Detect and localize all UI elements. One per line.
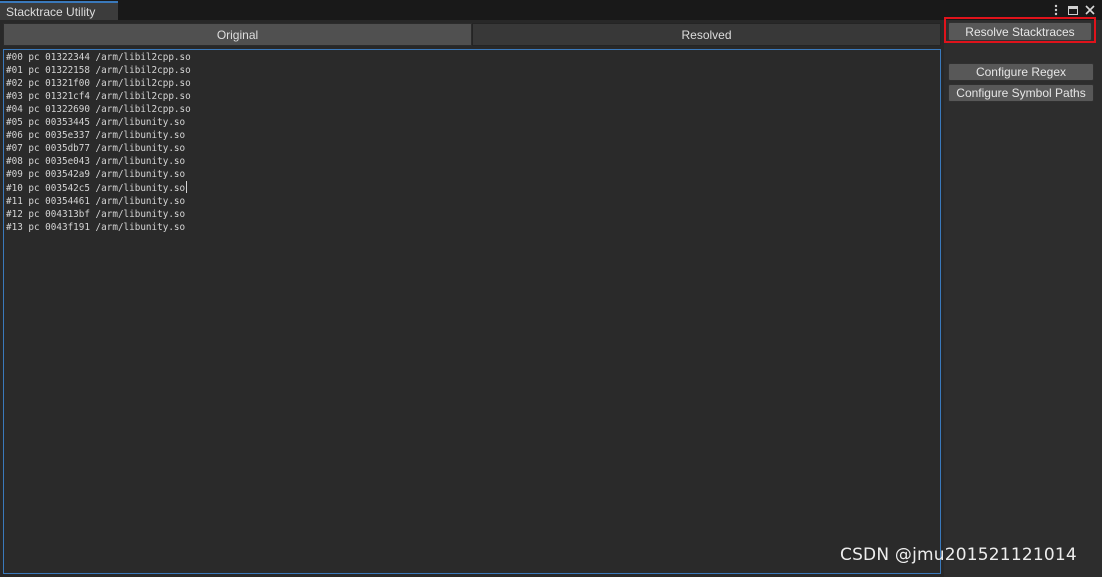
stacktrace-line: #12 pc 004313bf /arm/libunity.so: [6, 209, 186, 220]
configure-symbol-paths-label: Configure Symbol Paths: [956, 86, 1086, 100]
tab-original[interactable]: Original: [3, 23, 472, 46]
stacktrace-line: #01 pc 01322158 /arm/libil2cpp.so: [6, 65, 191, 76]
window-controls: [1050, 2, 1096, 18]
stacktrace-line: #06 pc 0035e337 /arm/libunity.so: [6, 130, 186, 141]
text-caret: [186, 181, 188, 193]
maximize-icon[interactable]: [1067, 3, 1079, 17]
stacktrace-line: #09 pc 003542a9 /arm/libunity.so: [6, 169, 186, 180]
stacktrace-line: #00 pc 01322344 /arm/libil2cpp.so: [6, 52, 191, 63]
tab-resolved[interactable]: Resolved: [472, 23, 941, 46]
stacktrace-line: #02 pc 01321f00 /arm/libil2cpp.so: [6, 78, 191, 89]
stacktrace-text-area[interactable]: #00 pc 01322344 /arm/libil2cpp.so #01 pc …: [3, 49, 941, 574]
view-toggle-toolbar: Original Resolved: [3, 23, 941, 46]
window-tab-title: Stacktrace Utility: [6, 5, 96, 19]
configure-regex-button[interactable]: Configure Regex: [948, 63, 1094, 81]
stacktrace-line: #04 pc 01322690 /arm/libil2cpp.so: [6, 104, 191, 115]
window-tab-stacktrace-utility[interactable]: Stacktrace Utility: [0, 1, 118, 20]
stacktrace-line: #03 pc 01321cf4 /arm/libil2cpp.so: [6, 91, 191, 102]
resolve-stacktraces-label: Resolve Stacktraces: [965, 24, 1075, 39]
close-icon[interactable]: [1084, 3, 1096, 17]
stacktrace-line: #10 pc 003542c5 /arm/libunity.so: [6, 181, 188, 194]
stacktrace-line: #07 pc 0035db77 /arm/libunity.so: [6, 143, 186, 154]
configure-symbol-paths-button[interactable]: Configure Symbol Paths: [948, 84, 1094, 102]
watermark: CSDN @jmu201521121014: [840, 545, 1077, 565]
stacktrace-line: #08 pc 0035e043 /arm/libunity.so: [6, 156, 186, 167]
side-panel: Resolve Stacktraces Configure Regex Conf…: [944, 17, 1102, 577]
configure-regex-label: Configure Regex: [975, 65, 1067, 79]
stacktrace-line: #11 pc 00354461 /arm/libunity.so: [6, 196, 186, 207]
resolve-stacktraces-button[interactable]: Resolve Stacktraces: [948, 22, 1092, 41]
stacktrace-line: #13 pc 0043f191 /arm/libunity.so: [6, 222, 186, 233]
stacktrace-utility-window: Stacktrace Utility Original Resolved #00 …: [0, 0, 1102, 577]
stacktrace-line: #05 pc 00353445 /arm/libunity.so: [6, 117, 186, 128]
window-tab-bar: Stacktrace Utility: [0, 0, 1102, 20]
kebab-menu-icon[interactable]: [1050, 3, 1062, 17]
